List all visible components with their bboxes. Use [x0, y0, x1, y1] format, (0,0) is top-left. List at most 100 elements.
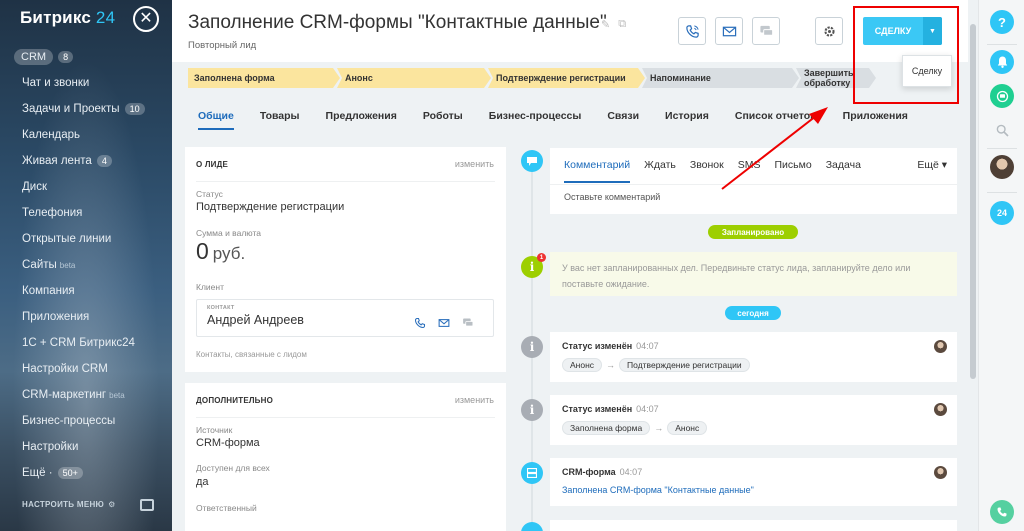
sidebar-item-calendar[interactable]: Календарь — [0, 122, 172, 148]
stage-announce[interactable]: Анонс — [337, 68, 491, 88]
stage-registration-confirm[interactable]: Подтверждение регистрации — [488, 68, 645, 88]
stage-filled-form[interactable]: Заполнена форма — [188, 68, 340, 88]
stage-reminder[interactable]: Напоминание — [642, 68, 799, 88]
event-time: 04:07 — [619, 467, 643, 477]
timeline-dot — [521, 522, 543, 531]
sidebar-item-label: CRM — [14, 49, 54, 65]
bell-icon — [997, 56, 1007, 68]
sidebar-item-tasks[interactable]: Задачи и Проекты 10 — [0, 96, 172, 122]
scrollbar-thumb[interactable] — [970, 24, 976, 379]
sidebar-item-telephony[interactable]: Телефония — [0, 200, 172, 226]
sidebar-item-label: Настройки CRM — [22, 363, 108, 375]
client-contact[interactable]: КОНТАКТ Андрей Андреев — [196, 299, 494, 337]
field-label: Сумма и валюта — [196, 228, 261, 238]
user-avatar[interactable] — [990, 155, 1014, 179]
bitrix24-logo[interactable]: Битрикс 24 — [20, 8, 115, 28]
sidebar-item-company[interactable]: Компания — [0, 278, 172, 304]
help-button[interactable]: ? — [990, 10, 1014, 34]
sidebar-item-more[interactable]: Ещё · 50+ — [0, 460, 172, 486]
composer-more-button[interactable]: Ещё ▾ — [917, 159, 947, 171]
phone-icon[interactable] — [413, 317, 427, 329]
avatar[interactable] — [934, 466, 947, 479]
sidebar-item-chat[interactable]: Чат и звонки — [0, 70, 172, 96]
tab-general[interactable]: Общие — [198, 110, 234, 130]
sidebar-item-label: Диск — [22, 181, 47, 193]
sidebar-item-crm-settings[interactable]: Настройки CRM — [0, 356, 172, 382]
composer-tab-wait[interactable]: Ждать — [644, 159, 676, 183]
chat-icon — [759, 25, 773, 36]
sidebar-item-feed[interactable]: Живая лента 4 — [0, 148, 172, 174]
tab-robots[interactable]: Роботы — [423, 110, 463, 130]
edit-link[interactable]: изменить — [455, 395, 494, 405]
timeline-event: Статус изменён 04:07 Анонс → Подтверждени… — [550, 332, 957, 382]
envelope-icon[interactable] — [437, 317, 451, 329]
avatar[interactable] — [934, 340, 947, 353]
composer-tabs: Комментарий Ждать Звонок SMS Письмо Зада… — [564, 159, 875, 183]
sidebar-item-sites[interactable]: Сайты beta — [0, 252, 172, 278]
tab-reports[interactable]: Список отчетов — [735, 110, 817, 130]
tab-bizproc[interactable]: Бизнес-процессы — [489, 110, 582, 130]
phone-icon — [997, 507, 1007, 517]
status-value: Подтверждение регистрации — [196, 201, 345, 213]
arrow-right-icon: → — [654, 423, 664, 433]
sidebar-item-crm[interactable]: CRM 8 — [0, 44, 172, 70]
notifications-button[interactable] — [990, 50, 1014, 74]
convert-to-deal-button[interactable]: СДЕЛКУ ▼ — [863, 17, 942, 45]
tab-apps[interactable]: Приложения — [843, 110, 908, 130]
copy-link-icon[interactable]: ⧉ — [618, 18, 626, 31]
composer-tab-sms[interactable]: SMS — [738, 159, 761, 183]
event-title-text: Статус изменён — [562, 341, 633, 351]
bitrix24-network-button[interactable]: 24 — [990, 201, 1014, 225]
printer-icon[interactable] — [140, 499, 154, 511]
sidebar-item-label: Задачи и Проекты — [22, 103, 120, 115]
composer-tab-call[interactable]: Звонок — [690, 159, 724, 183]
about-lead-card: О ЛИДЕ изменить Статус Подтверждение рег… — [185, 147, 506, 372]
timeline-event — [550, 520, 957, 531]
gear-icon — [823, 25, 835, 37]
contact-name[interactable]: Андрей Андреев — [207, 313, 304, 327]
email-button[interactable] — [715, 17, 743, 45]
avatar[interactable] — [934, 403, 947, 416]
contact-kind: КОНТАКТ — [207, 305, 235, 311]
pencil-icon[interactable]: ✎ — [601, 18, 610, 31]
sidebar-item-label: Живая лента — [22, 155, 92, 167]
sidebar-item-bizproc[interactable]: Бизнес-процессы — [0, 408, 172, 434]
event-title: CRM-форма 04:07 — [562, 467, 642, 477]
chat-button[interactable] — [752, 17, 780, 45]
call-button[interactable] — [678, 17, 706, 45]
chevron-down-icon[interactable]: ▼ — [923, 17, 942, 45]
field-label: Статус — [196, 189, 223, 199]
composer-tab-email[interactable]: Письмо — [775, 159, 812, 183]
sidebar-item-disk[interactable]: Диск — [0, 174, 172, 200]
configure-menu-label: НАСТРОИТЬ МЕНЮ — [22, 500, 105, 509]
tab-history[interactable]: История — [665, 110, 709, 130]
settings-button[interactable] — [815, 17, 843, 45]
sidebar-item-label: Сайты — [22, 259, 57, 271]
sidebar-item-label: Компания — [22, 285, 75, 297]
edit-link[interactable]: изменить — [455, 159, 494, 169]
convert-tooltip[interactable]: Сделку — [902, 55, 952, 87]
chat-icon[interactable] — [461, 317, 475, 329]
sidebar-item-1c[interactable]: 1С + CRM Битрикс24 — [0, 330, 172, 356]
search-button[interactable] — [990, 118, 1014, 142]
sidebar-item-open-lines[interactable]: Открытые линии — [0, 226, 172, 252]
crm-form-link[interactable]: Заполнена CRM-форма "Контактные данные" — [562, 485, 754, 495]
close-slider-button[interactable]: ✕ — [133, 6, 159, 32]
status-to-tag: Анонс — [667, 421, 708, 435]
stage-finish[interactable]: Завершить обработку — [796, 68, 876, 88]
tab-links[interactable]: Связи — [607, 110, 639, 130]
composer-tab-task[interactable]: Задача — [826, 159, 861, 183]
comment-input[interactable]: Оставьте комментарий — [564, 192, 660, 202]
sidebar-item-crm-marketing[interactable]: CRM-маркетинг beta — [0, 382, 172, 408]
tab-offers[interactable]: Предложения — [326, 110, 397, 130]
divider — [550, 184, 957, 185]
call-widget-button[interactable] — [990, 500, 1014, 524]
configure-menu-link[interactable]: НАСТРОИТЬ МЕНЮ ⚙ — [22, 500, 116, 509]
planned-section-label: Запланировано — [708, 225, 798, 239]
tab-products[interactable]: Товары — [260, 110, 300, 130]
open-lines-button[interactable] — [990, 84, 1014, 108]
counter-badge: 4 — [96, 155, 112, 167]
composer-tab-comment[interactable]: Комментарий — [564, 159, 631, 183]
sidebar-item-apps[interactable]: Приложения — [0, 304, 172, 330]
sidebar-item-settings[interactable]: Настройки — [0, 434, 172, 460]
